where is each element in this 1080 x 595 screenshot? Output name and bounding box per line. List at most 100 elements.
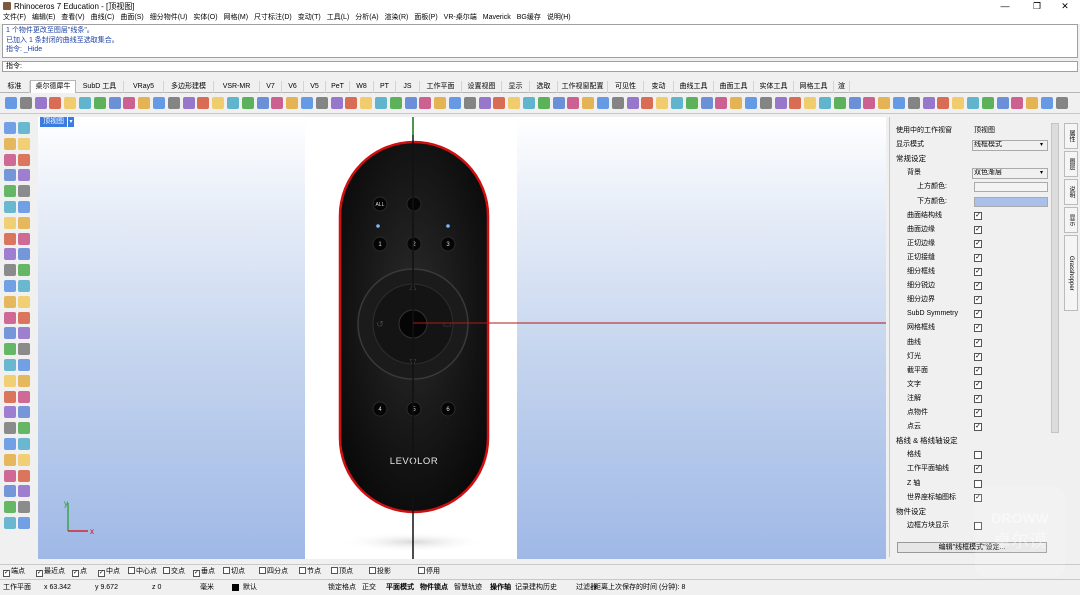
side-panel-tab[interactable]: 说明 [1064,179,1078,205]
toolbar-tab[interactable]: 桌尔德犀牛 [30,80,76,93]
toolbar-tool-icon[interactable] [685,97,698,109]
toolbar-tool-icon[interactable] [153,97,165,109]
toolbar-tool-icon[interactable] [967,97,979,109]
status-toggle[interactable]: 物件锁点 [420,582,448,594]
left-tool-icon[interactable] [18,327,30,340]
left-tool-icon[interactable] [4,390,16,403]
toolbar-tool-icon[interactable] [315,97,328,109]
panel-row[interactable]: 正切边缘 ✓ [890,237,1048,251]
panel-row[interactable]: 下方颜色: [890,195,1048,209]
left-tool-icon[interactable] [18,264,30,277]
toolbar-tool-icon[interactable] [597,97,609,109]
toolbar-tool-icon[interactable] [641,97,654,109]
menu-item[interactable]: 曲线(C) [88,12,118,24]
left-tool-icon[interactable] [4,137,16,150]
left-tool-icon[interactable] [4,232,16,245]
panel-checkbox[interactable]: ✓ [974,282,982,291]
left-tool-icon[interactable] [18,438,30,450]
toolbar-tab[interactable]: 曲线工具 [674,81,714,93]
toolbar-tool-icon[interactable] [893,97,905,109]
toolbar-tool-icon[interactable] [197,97,210,109]
left-tool-icon[interactable] [18,185,30,198]
toolbar-tool-icon[interactable] [1041,97,1053,109]
osnap-option[interactable]: ✓ 中点 [98,567,120,577]
toolbar-tool-icon[interactable] [523,97,535,109]
osnap-checkbox[interactable] [223,567,230,574]
menu-item[interactable]: 编辑(E) [29,12,58,24]
left-tool-icon[interactable] [18,501,30,514]
top-color-swatch[interactable] [974,182,1048,193]
toolbar-tool-icon[interactable] [167,97,180,109]
left-tool-icon[interactable] [18,216,30,229]
toolbar-tool-icon[interactable] [345,97,358,109]
toolbar-tab[interactable]: 渲 [834,81,850,93]
toolbar-tab[interactable]: V6 [282,81,304,93]
viewport-dropdown-icon[interactable]: ▾ [68,117,74,127]
osnap-option[interactable]: ✓ 端点 [3,567,25,577]
left-tool-icon[interactable] [4,169,16,182]
toolbar-tool-icon[interactable] [552,97,565,109]
toolbar-tool-icon[interactable] [833,97,846,109]
left-tool-icon[interactable] [4,422,16,435]
toolbar-tab[interactable]: 标准 [0,81,30,93]
menu-item[interactable]: VR-桌尔端 [441,12,480,24]
panel-checkbox[interactable]: ✓ [974,310,982,319]
left-tool-icon[interactable] [4,374,16,387]
panel-checkbox[interactable]: ✓ [974,268,982,276]
panel-checkbox[interactable]: ✓ [974,253,982,262]
toolbar-tool-icon[interactable] [626,97,639,109]
status-toggle[interactable]: 智慧轨迹 [454,582,482,594]
toolbar-tab[interactable]: 可见性 [608,81,644,93]
left-tool-icon[interactable] [18,453,30,466]
left-tool-icon[interactable] [4,327,16,340]
toolbar-tool-icon[interactable] [611,97,624,109]
panel-row[interactable]: 细分框线 ✓ [890,265,1048,279]
toolbar-tool-icon[interactable] [212,97,225,109]
left-tool-icon[interactable] [4,216,16,229]
toolbar-tab[interactable]: 工作视窗配置 [558,81,608,93]
toolbar-tool-icon[interactable] [567,97,580,109]
left-tool-icon[interactable] [18,153,30,166]
toolbar-tab[interactable]: 设置视图 [462,81,502,93]
toolbar-tab[interactable]: V5 [304,81,326,93]
top-viewport[interactable]: △ ▽ ↺ ▭ ALL123456 LEVOLOR x y 顶视图 ▾ [38,117,886,559]
toolbar-tool-icon[interactable] [64,97,77,109]
toolbar-tab[interactable]: VSR-MR [214,81,260,93]
toolbar-tool-icon[interactable] [759,97,772,109]
osnap-option[interactable]: ✓ 垂点 [193,567,215,577]
toolbar-tab[interactable]: 显示 [502,81,530,93]
toolbar-tool-icon[interactable] [49,97,62,109]
panel-row[interactable]: 细分锐边 ✓ [890,279,1048,293]
toolbar-tool-icon[interactable] [449,97,461,109]
panel-checkbox[interactable]: ✓ [974,394,982,403]
status-toggle[interactable]: 操作轴 [490,582,511,594]
osnap-checkbox[interactable] [418,567,425,574]
left-tool-icon[interactable] [4,438,16,450]
menu-item[interactable]: 实体(O) [190,12,220,24]
left-tool-icon[interactable] [18,295,30,308]
panel-row[interactable]: 文字 ✓ [890,378,1048,392]
left-tool-icon[interactable] [4,517,16,529]
toolbar-tool-icon[interactable] [301,97,313,109]
toolbar-tab[interactable]: PT [374,81,396,93]
osnap-option[interactable]: ✓ 最近点 [36,567,65,577]
menu-item[interactable]: 工具(L) [324,12,353,24]
panel-row[interactable]: SubD Symmetry ✓ [890,307,1048,321]
left-tool-icon[interactable] [4,295,16,308]
restore-button[interactable]: ❐ [1022,0,1052,12]
menu-item[interactable]: 查看(V) [58,12,87,24]
toolbar-tool-icon[interactable] [271,97,284,109]
toolbar-tool-icon[interactable] [508,97,521,109]
toolbar-tool-icon[interactable] [582,97,595,109]
panel-checkbox[interactable]: ✓ [974,338,982,347]
menu-item[interactable]: 尺寸标注(D) [251,12,295,24]
toolbar-tool-icon[interactable] [434,97,447,109]
toolbar-tool-icon[interactable] [804,97,817,109]
panel-checkbox[interactable]: ✓ [974,324,982,333]
left-tool-icon[interactable] [4,122,16,134]
panel-row[interactable]: 细分边界 ✓ [890,293,1048,307]
osnap-checkbox[interactable]: ✓ [193,570,200,577]
toolbar-tool-icon[interactable] [286,97,299,109]
osnap-checkbox[interactable] [369,567,376,574]
status-toggle[interactable]: 锁定格点 [328,582,356,594]
